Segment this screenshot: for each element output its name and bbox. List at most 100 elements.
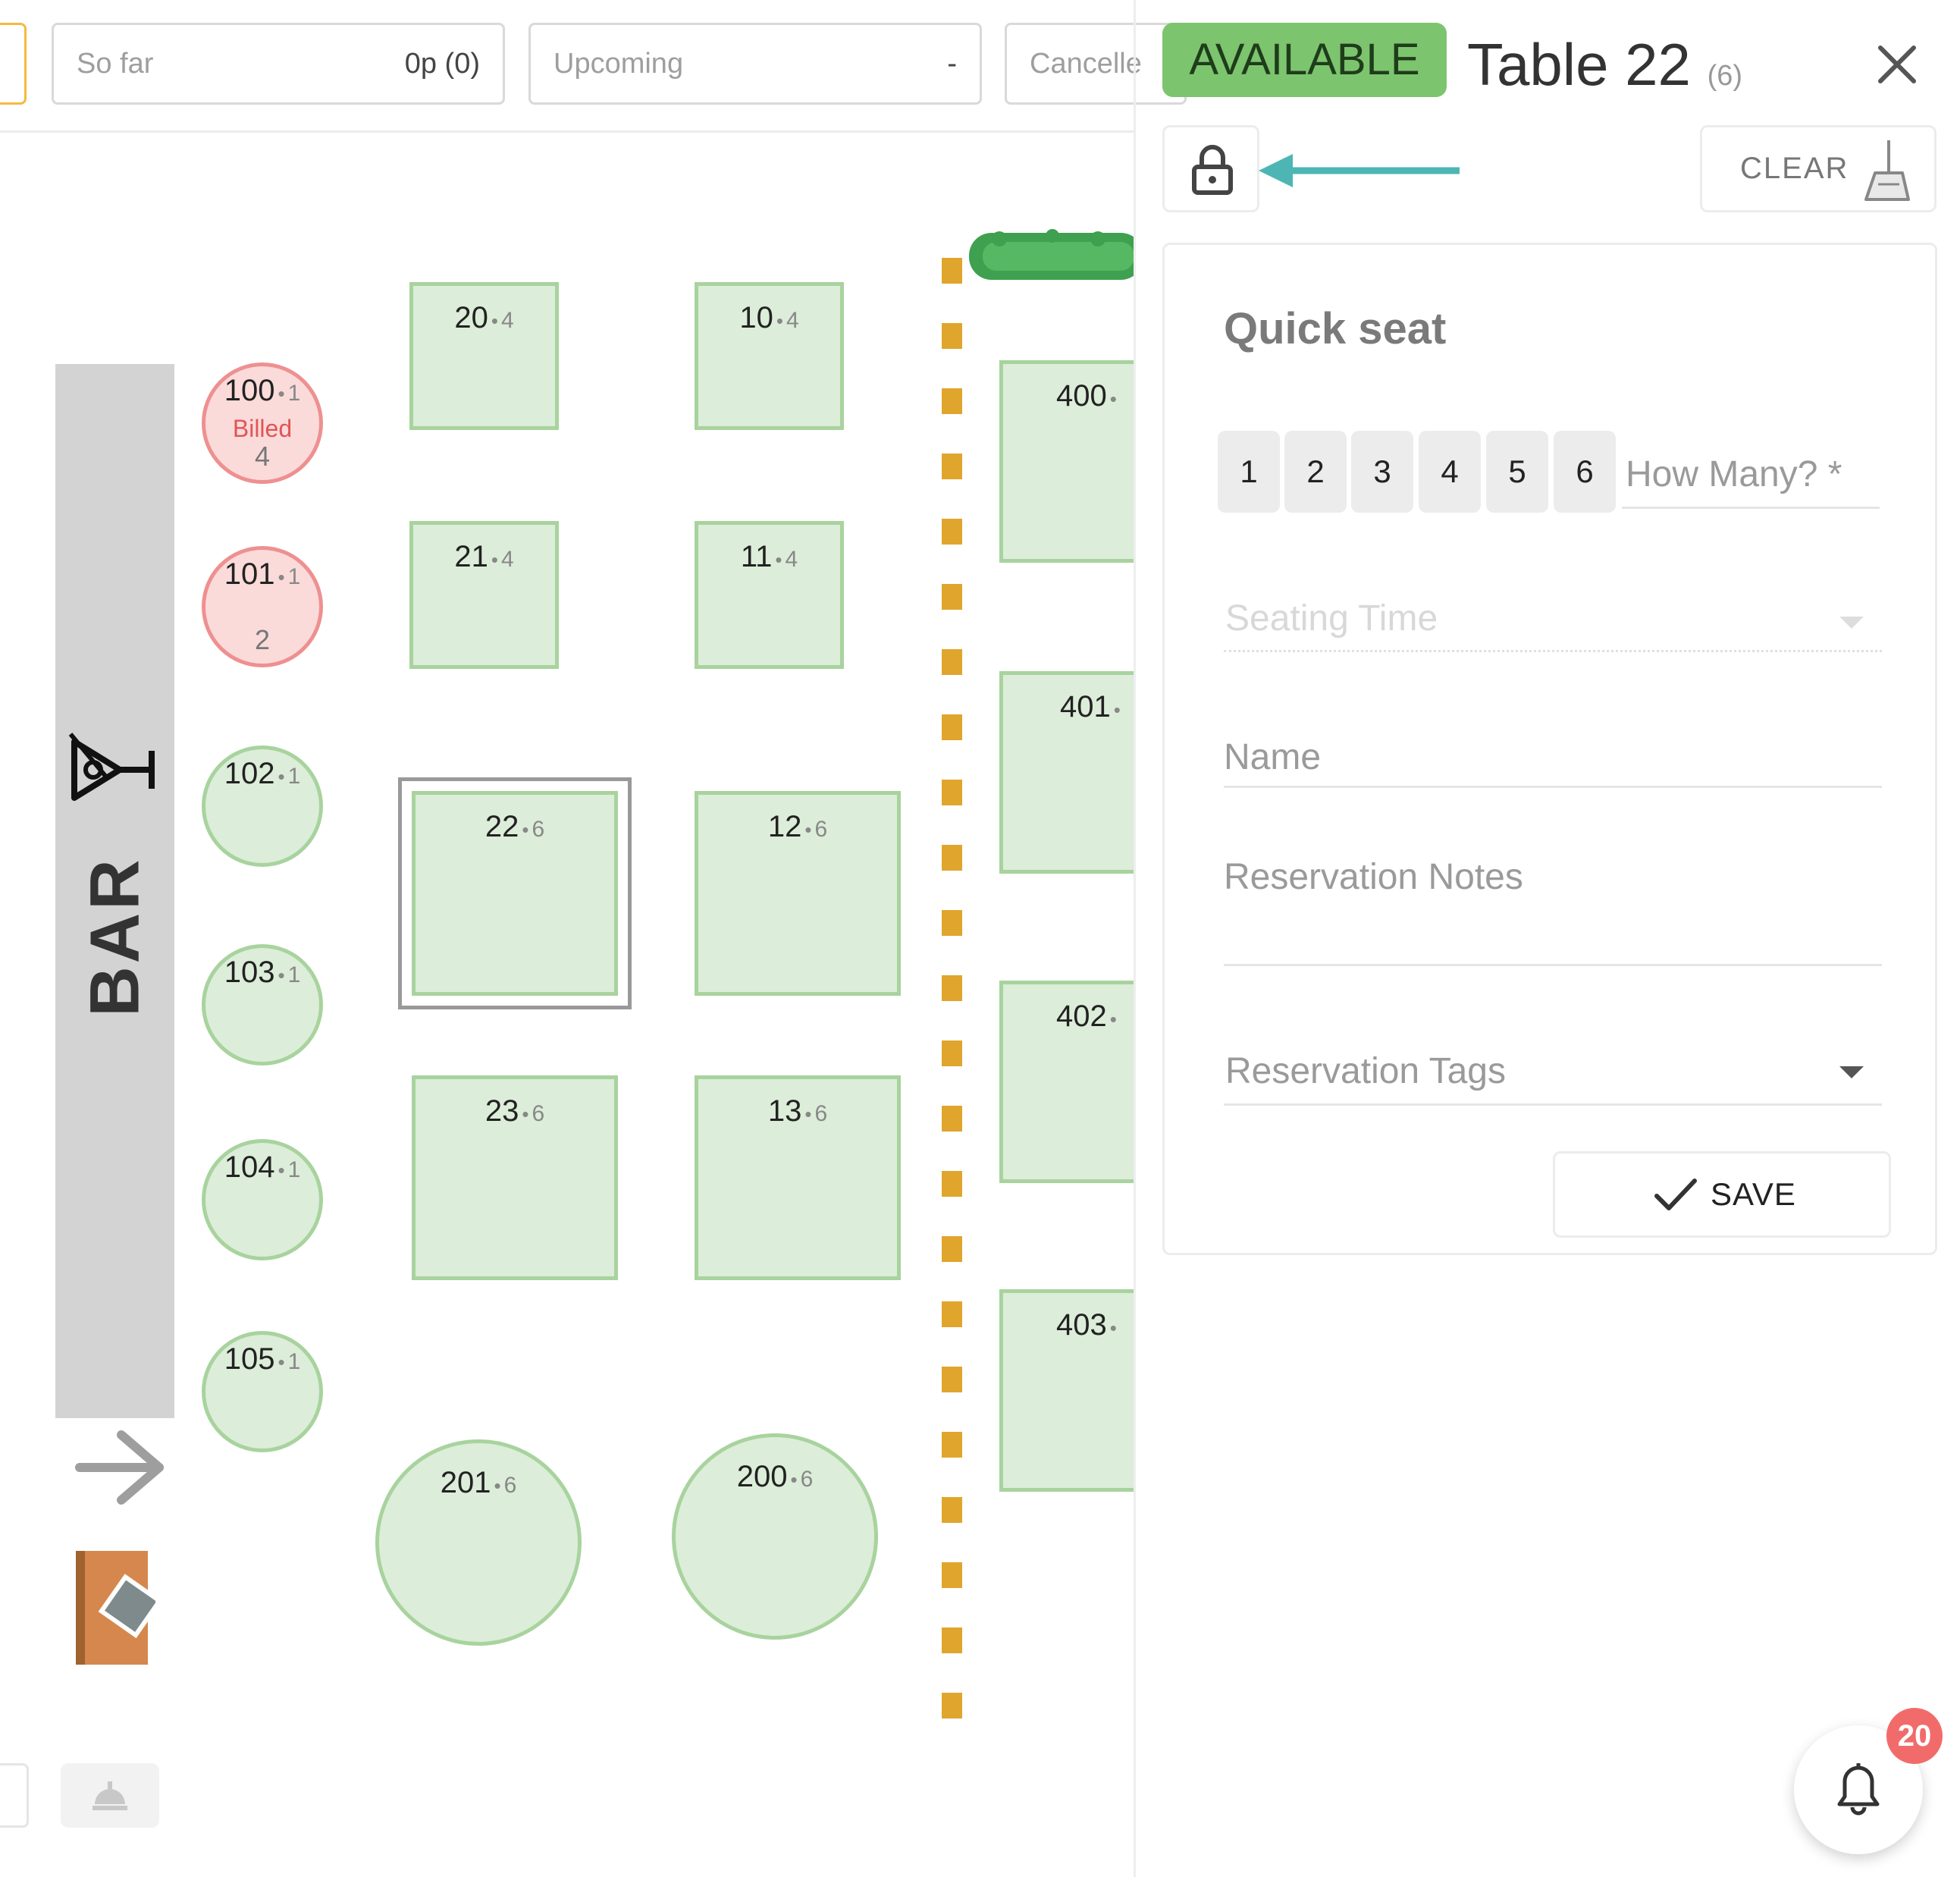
reservation-tags-select[interactable]: Reservation Tags <box>1225 1050 1506 1092</box>
table-number: 401 <box>1060 690 1111 723</box>
table-capacity: 4 <box>786 308 799 333</box>
table-102[interactable]: 102 • 1 <box>202 745 323 867</box>
table-capacity: 1 <box>287 1349 301 1374</box>
fence-segment <box>942 1106 962 1132</box>
fence-segment <box>942 1301 962 1327</box>
table-104[interactable]: 104 • 1 <box>202 1139 323 1260</box>
table-number: 11 <box>740 540 773 573</box>
fence-segment <box>942 1497 962 1523</box>
table-guests: 4 <box>254 441 271 472</box>
table-11[interactable]: 11 • 4 <box>695 521 844 669</box>
table-number: 403 <box>1056 1308 1107 1342</box>
table-capacity: 6 <box>814 1101 828 1126</box>
party-size-2[interactable]: 2 <box>1284 431 1347 513</box>
bell-icon <box>1837 1763 1880 1816</box>
table-number: 23 <box>485 1094 519 1128</box>
table-number: 400 <box>1056 379 1107 413</box>
table-105[interactable]: 105 • 1 <box>202 1331 323 1452</box>
fence-segment <box>942 1432 962 1458</box>
table-13[interactable]: 13 • 6 <box>695 1075 901 1280</box>
table-20[interactable]: 20 • 4 <box>409 282 559 430</box>
fence-segment <box>942 714 962 740</box>
table-capacity: 1 <box>287 381 301 406</box>
fence-segment <box>942 1627 962 1653</box>
fence-segment <box>942 649 962 675</box>
filter-all-tab[interactable] <box>0 23 27 105</box>
table-101[interactable]: 101 • 1 2 <box>202 546 323 667</box>
arrow-right-icon <box>75 1430 164 1505</box>
table-number: 100 <box>224 374 275 407</box>
bar-label: BAR <box>76 856 154 1017</box>
tags-underline <box>1224 1103 1882 1106</box>
table-100[interactable]: 100 • 1 Billed 4 <box>202 363 323 484</box>
table-22[interactable]: 22 • 6 <box>412 791 618 996</box>
fence-segment <box>942 1562 962 1588</box>
table-201[interactable]: 201 • 6 <box>375 1439 582 1646</box>
table-12[interactable]: 12 • 6 <box>695 791 901 996</box>
table-number: 402 <box>1056 1000 1107 1033</box>
table-number: 13 <box>767 1094 802 1128</box>
how-many-input[interactable]: How Many? * <box>1626 454 1842 495</box>
filter-cancelled[interactable]: Cancelle <box>1005 23 1187 105</box>
table-401[interactable]: 401 • <box>999 671 1136 874</box>
fence-segment <box>942 1171 962 1197</box>
party-size-1[interactable]: 1 <box>1218 431 1280 513</box>
save-label: SAVE <box>1711 1176 1796 1212</box>
table-capacity: 6 <box>814 817 828 842</box>
table-capacity: 4 <box>500 547 514 572</box>
status-badge: AVAILABLE <box>1162 23 1447 97</box>
clear-button[interactable]: CLEAR <box>1700 125 1936 212</box>
party-size-5[interactable]: 5 <box>1486 431 1548 513</box>
cocktail-icon <box>68 733 155 801</box>
table-guests: 2 <box>254 624 271 655</box>
table-number: 200 <box>736 1460 788 1493</box>
filter-divider <box>0 130 1134 133</box>
table-103[interactable]: 103 • 1 <box>202 944 323 1066</box>
table-21[interactable]: 21 • 4 <box>409 521 559 669</box>
table-400[interactable]: 400 • <box>999 360 1136 563</box>
close-icon[interactable] <box>1874 42 1920 87</box>
fence-segment <box>942 584 962 610</box>
table-capacity: 6 <box>503 1473 517 1498</box>
table-23[interactable]: 23 • 6 <box>412 1075 618 1280</box>
table-403[interactable]: 403 • <box>999 1289 1136 1492</box>
lock-icon <box>1192 145 1233 195</box>
table-402[interactable]: 402 • <box>999 981 1136 1183</box>
name-input[interactable]: Name <box>1224 736 1321 778</box>
party-size-3[interactable]: 3 <box>1351 431 1413 513</box>
filter-upcoming[interactable]: Upcoming - <box>528 23 982 105</box>
fence-segment <box>942 1693 962 1718</box>
quick-seat-card: Quick seat 1 2 3 4 5 6 How Many? * Seati… <box>1162 243 1937 1255</box>
tags-caret-icon <box>1839 1066 1864 1078</box>
fence-segment <box>942 845 962 871</box>
table-capacity: 6 <box>532 817 545 842</box>
table-number: 105 <box>224 1342 275 1376</box>
seating-time-caret-icon <box>1839 617 1864 629</box>
seating-time-select[interactable]: Seating Time <box>1225 598 1438 639</box>
service-bell-button[interactable] <box>61 1763 159 1828</box>
table-capacity: 1 <box>287 962 301 987</box>
filter-so-far-label: So far <box>77 48 154 80</box>
notification-count-badge: 20 <box>1886 1708 1943 1764</box>
lock-button[interactable] <box>1162 125 1259 212</box>
service-bell-icon <box>93 1781 127 1810</box>
filter-so-far[interactable]: So far 0p (0) <box>52 23 505 105</box>
table-number: 10 <box>739 301 773 334</box>
table-number: 103 <box>224 956 275 989</box>
hedge-planter <box>969 229 1134 280</box>
table-200[interactable]: 200 • 6 <box>672 1433 878 1640</box>
save-button[interactable]: SAVE <box>1553 1151 1891 1238</box>
table-number: 104 <box>224 1150 275 1184</box>
bottom-tab[interactable] <box>0 1763 29 1828</box>
fence-segment <box>942 323 962 349</box>
table-10[interactable]: 10 • 4 <box>695 282 844 430</box>
table-number: 201 <box>440 1466 491 1499</box>
party-size-6[interactable]: 6 <box>1554 431 1616 513</box>
fence-segment <box>942 975 962 1001</box>
table-number: 101 <box>224 557 275 591</box>
table-number: 20 <box>454 301 488 334</box>
party-size-4[interactable]: 4 <box>1419 431 1481 513</box>
fence-segment <box>942 519 962 545</box>
notes-underline <box>1224 964 1882 966</box>
reservation-notes-input[interactable]: Reservation Notes <box>1224 856 1523 898</box>
